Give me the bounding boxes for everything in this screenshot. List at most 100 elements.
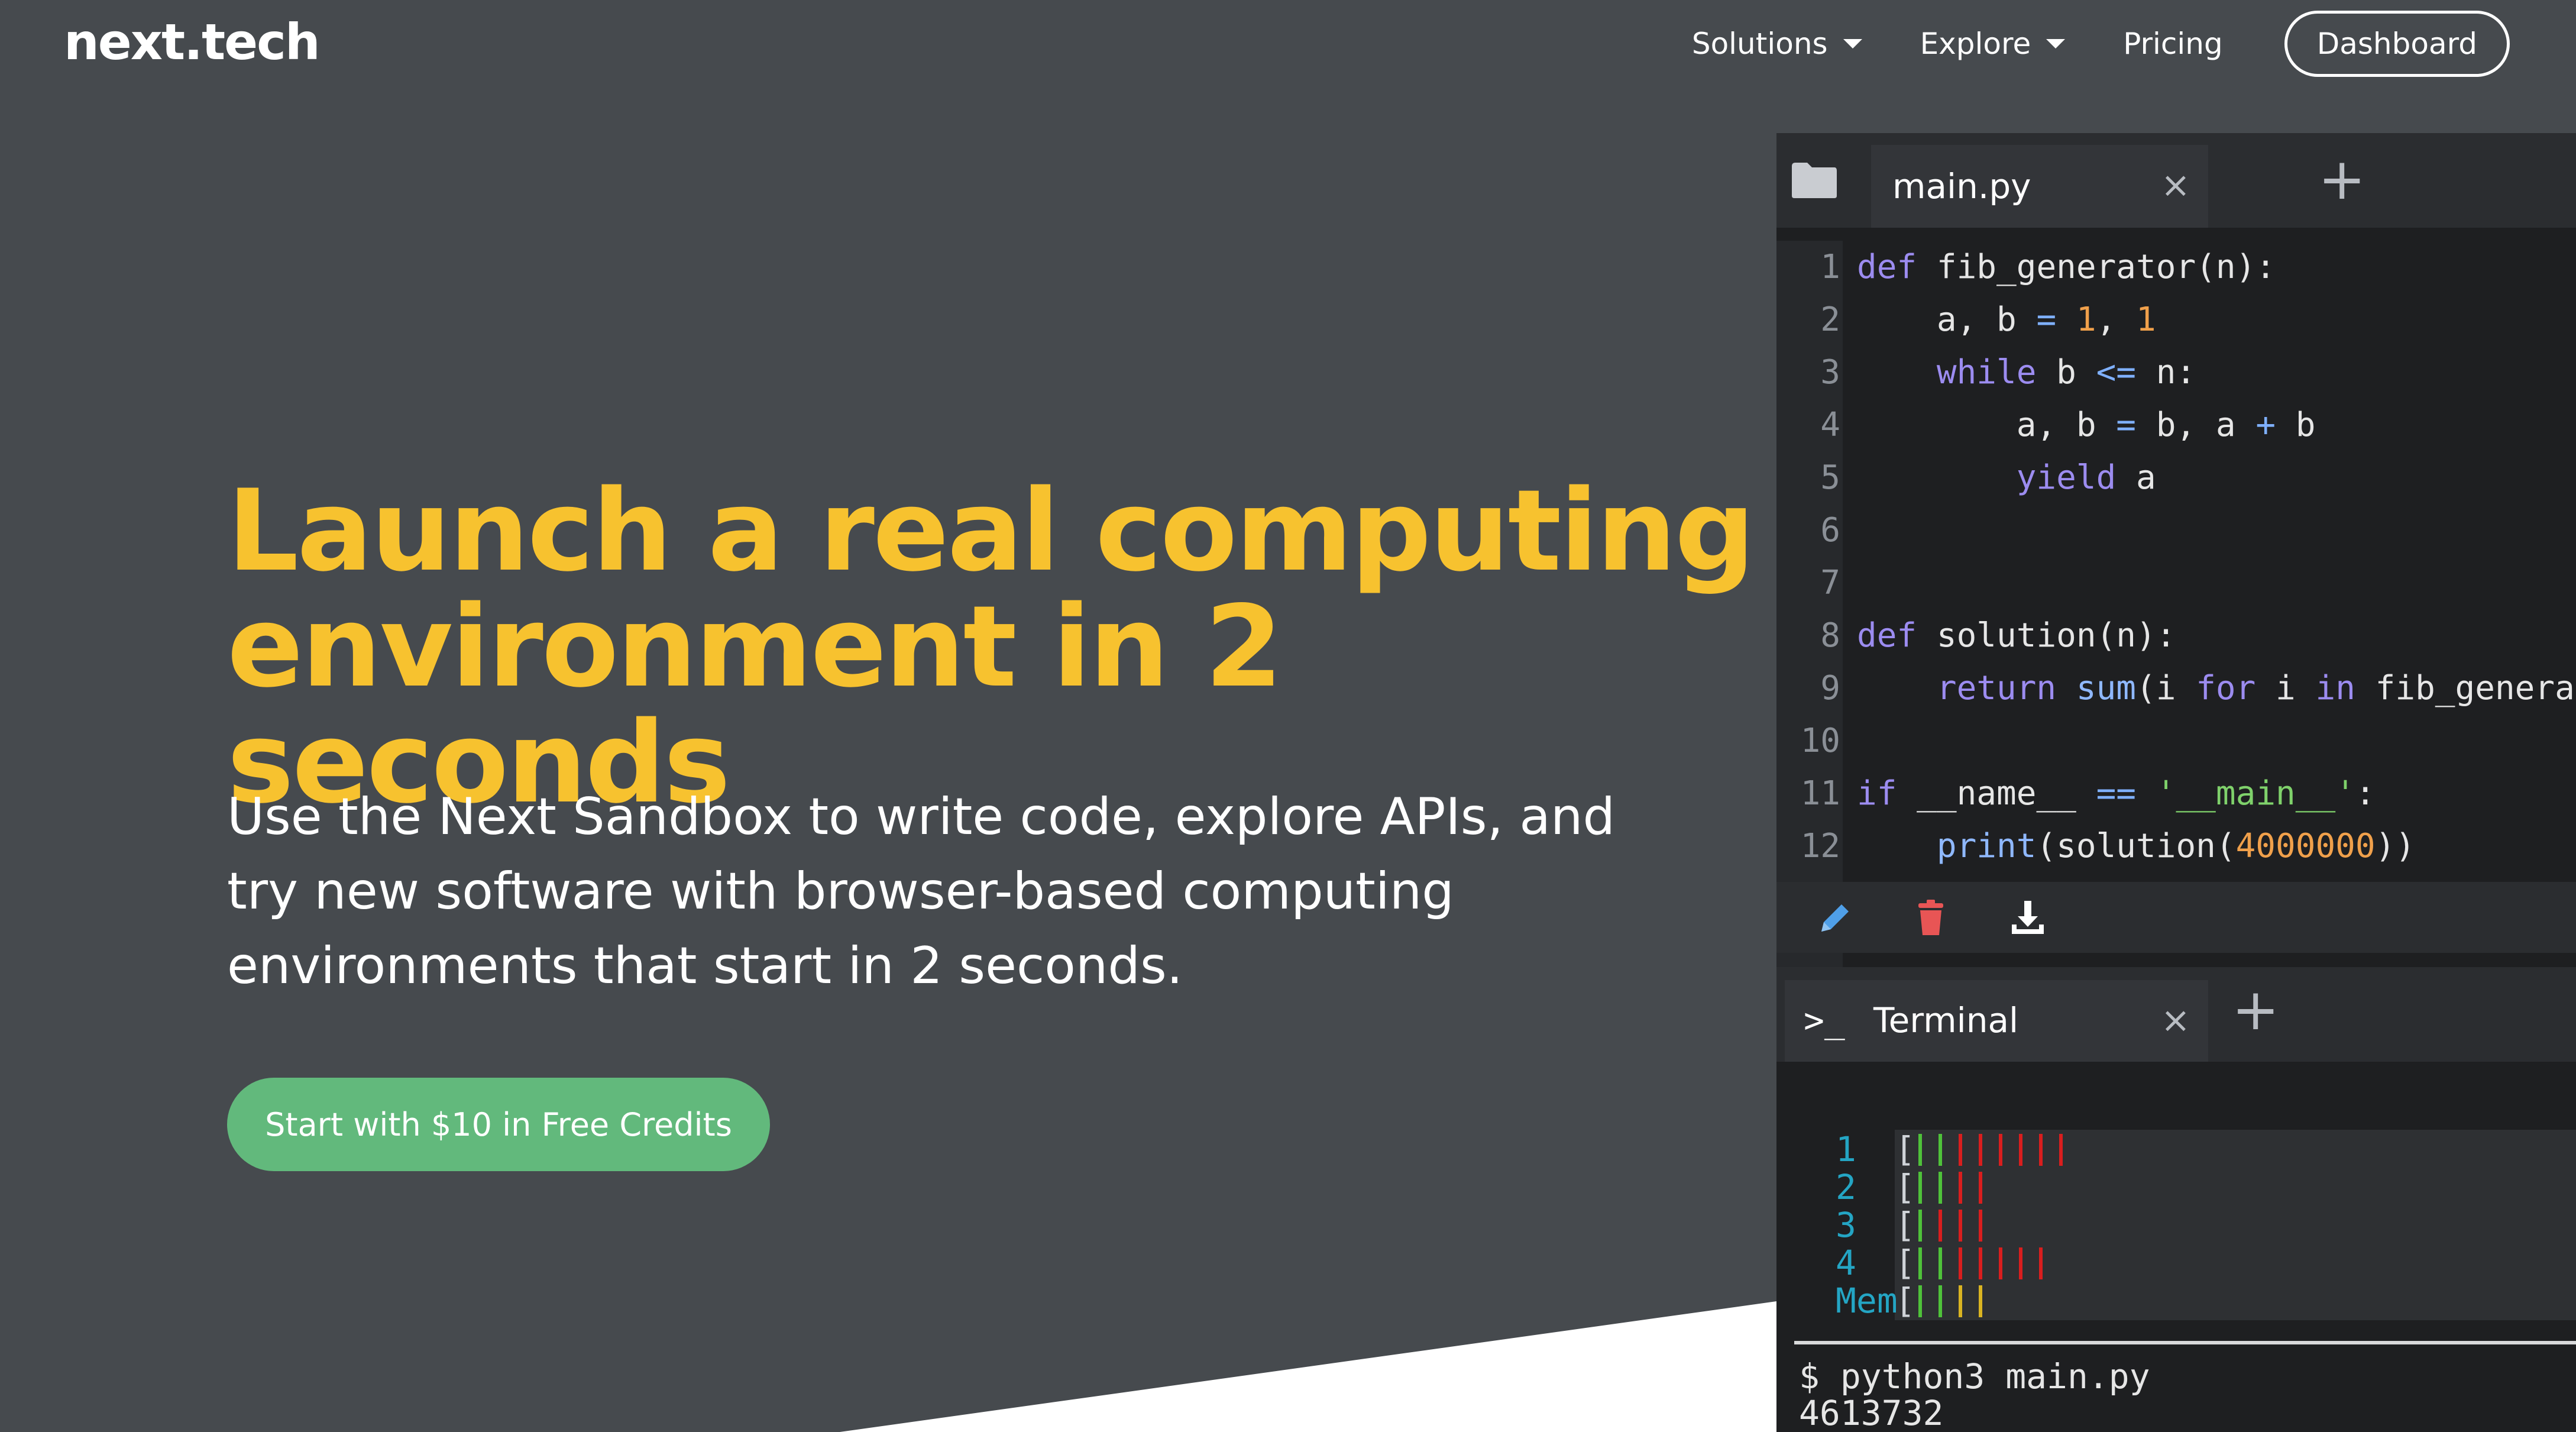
sandbox-editor: main.py × + 1 def fib_generator(n): 2 a, b… <box>1776 133 2576 1432</box>
folder-icon[interactable] <box>1789 160 1839 199</box>
line-number: 5 <box>1820 458 1840 497</box>
terminal-tab-bar: >_ Terminal × + <box>1776 967 2576 1062</box>
dashboard-button[interactable]: Dashboard <box>2284 11 2510 77</box>
cpu-meter-bar <box>1999 1134 2002 1166</box>
nav-explore-label: Explore <box>1920 27 2031 61</box>
nav-solutions-label: Solutions <box>1691 27 1828 61</box>
line-number: 6 <box>1820 511 1840 549</box>
line-number: 8 <box>1820 616 1840 655</box>
cpu-meter-bar <box>1918 1247 1922 1279</box>
code-text: a, b = b, a + b <box>1857 406 2316 444</box>
line-number: 12 <box>1800 827 1840 865</box>
tab-terminal-label: Terminal <box>1873 1000 2019 1040</box>
cpu-meter-bar <box>1959 1172 1962 1204</box>
logo[interactable]: next.tech <box>64 13 321 71</box>
cpu-meter-row: Mem[ <box>1776 1282 2576 1320</box>
code-text: def fib_generator(n): <box>1857 248 2276 286</box>
cpu-meter-bar <box>2039 1247 2043 1279</box>
cpu-meter-bar <box>1959 1134 1962 1166</box>
add-terminal-icon[interactable]: + <box>2232 981 2279 1038</box>
cpu-meter-bar <box>1999 1247 2002 1279</box>
line-number: 2 <box>1820 300 1840 339</box>
cpu-meter-bar <box>1979 1134 1982 1166</box>
cpu-meter-bar <box>1979 1247 1982 1279</box>
code-text: return sum(i for i in fib_generator(n) i… <box>1936 669 2576 707</box>
line-number: 1 <box>1820 248 1840 286</box>
top-nav: Solutions Explore Pricing Dashboard <box>1634 8 2510 79</box>
hero-subtitle-line: environments that start in 2 seconds. <box>227 936 1183 995</box>
cpu-meter-bar <box>1918 1134 1922 1166</box>
cpu-meter-bar <box>1939 1210 1942 1242</box>
cpu-meter-row: 1[ <box>1776 1130 2576 1168</box>
cpu-meter-bar <box>1959 1247 1962 1279</box>
cpu-meter-bar <box>1939 1134 1942 1166</box>
cpu-meter-bracket: [ <box>1895 1129 1915 1169</box>
hero-title: Launch a real computing environment in 2… <box>227 473 1765 821</box>
hero-title-line: Launch a real computing <box>227 466 1755 596</box>
code-text: while b <= n: <box>1936 353 2196 392</box>
code-text: yield a <box>2016 458 2156 497</box>
nav-solutions[interactable]: Solutions <box>1692 27 1862 61</box>
terminal-result: 4613732 <box>1799 1393 1944 1432</box>
cpu-meter-bar <box>1959 1285 1962 1317</box>
cpu-meter-label: 4 <box>1836 1243 1856 1283</box>
line-number: 3 <box>1820 353 1840 392</box>
cpu-meter-bar <box>1939 1285 1942 1317</box>
cpu-meter-label: 1 <box>1836 1129 1856 1169</box>
line-number: 9 <box>1820 669 1840 707</box>
tab-main-py-label: main.py <box>1892 166 2031 206</box>
tab-main-py[interactable]: main.py × <box>1871 145 2208 228</box>
cpu-meter-label: 3 <box>1836 1205 1856 1245</box>
download-icon[interactable] <box>2007 897 2048 939</box>
nav-pricing-label: Pricing <box>2123 27 2223 61</box>
cpu-meter-bar <box>1918 1172 1922 1204</box>
cpu-meter-bar <box>1959 1210 1962 1242</box>
cpu-meter-bar <box>1979 1210 1982 1242</box>
cpu-meter-label: 2 <box>1836 1167 1856 1207</box>
tab-terminal[interactable]: >_ Terminal × <box>1785 980 2208 1062</box>
code-text: print(solution(4000000)) <box>1936 827 2416 865</box>
cpu-meter-row: 2[ <box>1776 1168 2576 1206</box>
add-tab-icon[interactable]: + <box>2318 151 2365 208</box>
code-text: a, b = 1, 1 <box>1857 300 2156 339</box>
cpu-meter-row: 3[ <box>1776 1206 2576 1244</box>
nav-pricing[interactable]: Pricing <box>2123 27 2223 61</box>
cpu-meter-bar <box>2039 1134 2043 1166</box>
terminal-icon: >_ <box>1804 1000 1845 1040</box>
chevron-down-icon <box>1843 39 1862 49</box>
hero-subtitle-line: Use the Next Sandbox to write code, expl… <box>227 787 1616 846</box>
cpu-meter-bar <box>2059 1134 2063 1166</box>
cpu-meter-bar <box>2019 1134 2022 1166</box>
chevron-down-icon <box>2046 39 2066 49</box>
cpu-meter-label: Mem <box>1836 1281 1898 1321</box>
code-text: if __name__ == '__main__': <box>1857 774 2376 813</box>
cpu-meter-bar <box>1918 1285 1922 1317</box>
editor-toolbar <box>1776 882 2576 953</box>
line-number: 10 <box>1800 722 1840 760</box>
cpu-meter-bar <box>1918 1210 1922 1242</box>
cpu-meter-bar <box>1939 1247 1942 1279</box>
edit-icon[interactable] <box>1814 897 1856 939</box>
cpu-meter-bar <box>2019 1247 2022 1279</box>
cpu-meter-row: 4[ <box>1776 1244 2576 1282</box>
terminal-divider <box>1794 1341 2576 1344</box>
editor-tab-bar: main.py × + <box>1776 133 2576 228</box>
cpu-meter-bar <box>1979 1172 1982 1204</box>
cpu-meter-bracket: [ <box>1895 1167 1915 1207</box>
close-icon[interactable]: × <box>2161 167 2190 203</box>
line-number: 4 <box>1820 406 1840 444</box>
terminal-output[interactable]: 1[2[3[4[Mem[ $ python3 main.py 4613732 <box>1776 1062 2576 1432</box>
line-number: 7 <box>1820 564 1840 602</box>
code-text: def solution(n): <box>1857 616 2176 655</box>
free-credits-button[interactable]: Start with $10 in Free Credits <box>227 1078 770 1171</box>
delete-icon[interactable] <box>1910 897 1952 939</box>
line-number: 11 <box>1800 774 1840 813</box>
close-icon[interactable]: × <box>2161 1003 2190 1038</box>
cpu-meter-bar <box>1939 1172 1942 1204</box>
terminal-prompt: $ python3 main.py <box>1799 1356 2150 1397</box>
cpu-meter-bracket: [ <box>1895 1243 1915 1283</box>
hero-subtitle: Use the Next Sandbox to write code, expl… <box>227 780 1741 1003</box>
nav-explore[interactable]: Explore <box>1920 27 2066 61</box>
cpu-meter-bar <box>1979 1285 1982 1317</box>
hero-subtitle-line: try new software with browser-based comp… <box>227 862 1454 921</box>
